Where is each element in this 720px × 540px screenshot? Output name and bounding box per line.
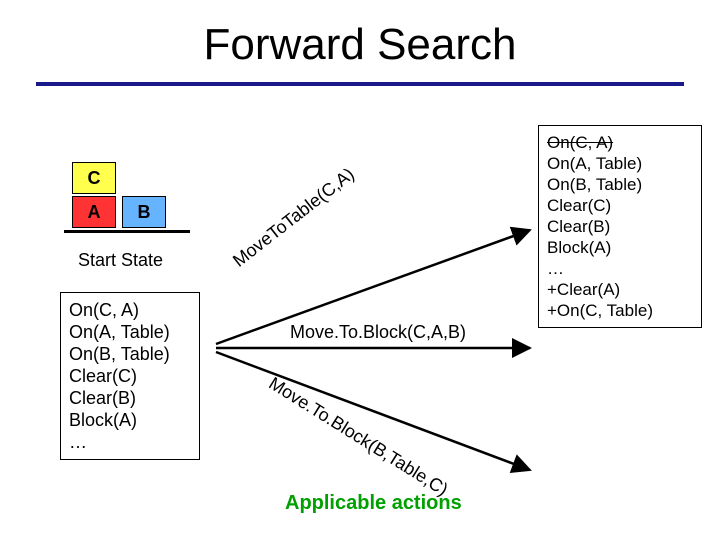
- result-state-box: On(C, A) On(A, Table) On(B, Table) Clear…: [538, 125, 702, 328]
- result-pred: …: [547, 258, 693, 279]
- state-pred: Block(A): [69, 409, 191, 431]
- state-pred: On(A, Table): [69, 321, 191, 343]
- state-pred: On(C, A): [69, 299, 191, 321]
- result-pred: Block(A): [547, 237, 693, 258]
- result-pred-added: +On(C, Table): [547, 300, 693, 321]
- action-move-to-table: MoveToTable(C,A): [229, 164, 359, 272]
- applicable-actions-label: Applicable actions: [285, 492, 462, 515]
- result-pred: On(A, Table): [547, 153, 693, 174]
- block-b: B: [122, 196, 166, 228]
- start-state-label: Start State: [78, 250, 163, 271]
- result-pred: Clear(C): [547, 195, 693, 216]
- table-surface: [64, 230, 190, 233]
- action-move-to-block-cab: Move.To.Block(C,A,B): [290, 322, 466, 343]
- state-pred: …: [69, 431, 191, 453]
- start-state-box: On(C, A) On(A, Table) On(B, Table) Clear…: [60, 292, 200, 460]
- block-c: C: [72, 162, 116, 194]
- state-pred: Clear(B): [69, 387, 191, 409]
- result-pred: Clear(B): [547, 216, 693, 237]
- state-pred: On(B, Table): [69, 343, 191, 365]
- result-pred: On(B, Table): [547, 174, 693, 195]
- slide-title: Forward Search: [0, 20, 720, 70]
- result-pred-deleted: On(C, A): [547, 132, 693, 153]
- action-move-to-block-btc: Move.To.Block(B,Table,C): [265, 373, 452, 501]
- block-a: A: [72, 196, 116, 228]
- title-underline: [36, 82, 684, 86]
- result-pred-added: +Clear(A): [547, 279, 693, 300]
- state-pred: Clear(C): [69, 365, 191, 387]
